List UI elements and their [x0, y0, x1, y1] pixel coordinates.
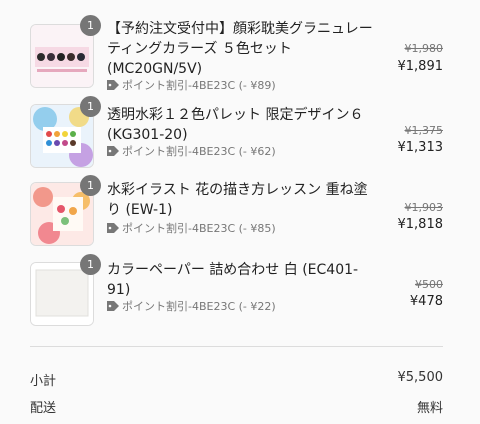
shipping-value: 無料: [416, 401, 443, 416]
discount-label: ポイント割引-4BE23C (- ¥22): [107, 298, 276, 314]
tag-icon: [107, 146, 119, 156]
product-name: 水彩イラスト 花の描き方レッスン 重ね塗り (EW-1): [107, 182, 368, 218]
original-price: ¥1,903: [404, 201, 444, 214]
original-price: ¥1,375: [404, 124, 444, 137]
discounted-price: ¥1,891: [397, 59, 444, 74]
discounted-price: ¥478: [409, 294, 443, 309]
quantity-badge: 1: [80, 175, 101, 196]
discounted-price: ¥1,313: [397, 140, 444, 155]
discount-label: ポイント割引-4BE23C (- ¥62): [107, 143, 276, 159]
quantity-badge: 1: [80, 96, 101, 117]
discount-label: ポイント割引-4BE23C (- ¥89): [107, 77, 276, 93]
discounted-price: ¥1,818: [397, 217, 444, 232]
tag-icon: [107, 80, 119, 90]
quantity-badge: 1: [80, 15, 101, 36]
quantity-badge: 1: [80, 254, 101, 275]
tag-icon: [107, 301, 119, 311]
product-name: 透明水彩１２色パレット 限定デザイン６ (KG301-20): [107, 107, 364, 143]
original-price: ¥1,980: [404, 42, 444, 55]
divider: [30, 346, 443, 347]
product-name: 【予約注文受付中】顔彩耽美グラニュレーティングカラーズ ５色セット (MC20G…: [107, 21, 373, 77]
original-price: ¥500: [415, 278, 443, 291]
subtotal-row: 小計 ¥5,500: [30, 370, 443, 389]
tag-icon: [107, 223, 119, 233]
product-name: カラーペーパー 詰め合わせ 白 (EC401-91): [107, 262, 359, 298]
subtotal-value: ¥5,500: [397, 370, 444, 385]
shipping-label: 配送: [30, 401, 57, 416]
subtotal-label: 小計: [30, 374, 57, 389]
shipping-row: 配送 無料: [30, 397, 443, 416]
discount-label: ポイント割引-4BE23C (- ¥85): [107, 220, 276, 236]
